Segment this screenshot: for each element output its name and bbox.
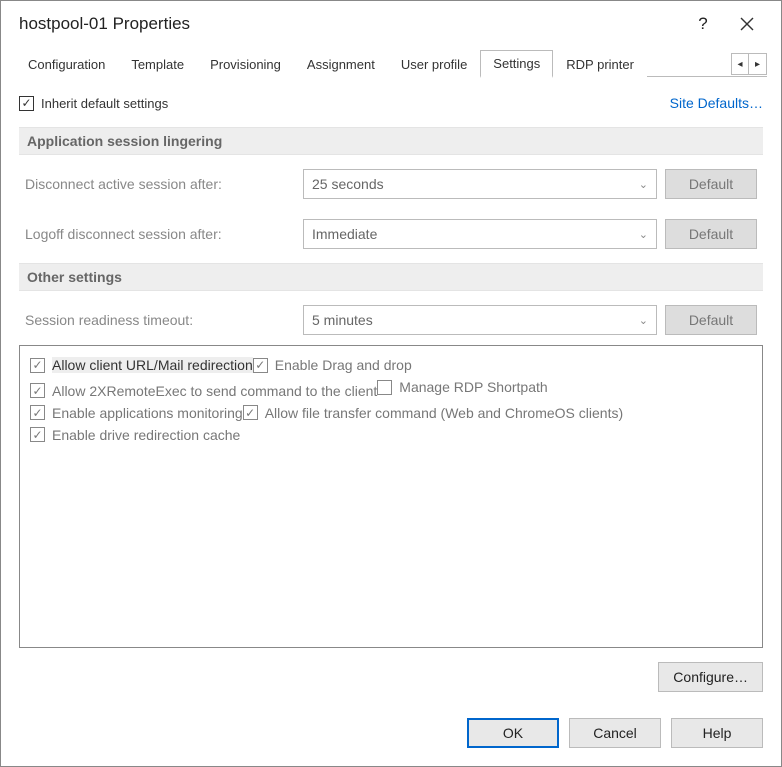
option-checkbox[interactable]: ✓ Enable drive redirection cache: [30, 427, 240, 443]
tabs: Configuration Template Provisioning Assi…: [1, 47, 781, 77]
option-label: Enable drive redirection cache: [52, 427, 240, 443]
dialog-footer: OK Cancel Help: [1, 710, 781, 766]
site-defaults-link[interactable]: Site Defaults…: [670, 95, 763, 111]
tab-provisioning[interactable]: Provisioning: [197, 51, 294, 77]
logoff-disconnect-select[interactable]: Immediate ⌄: [303, 219, 657, 249]
properties-dialog: hostpool-01 Properties ? Configuration T…: [0, 0, 782, 767]
checkbox-icon: [377, 380, 392, 395]
options-listbox: ✓Allow client URL/Mail redirection✓Enabl…: [19, 345, 763, 648]
readiness-timeout-value: 5 minutes: [312, 312, 373, 328]
inherit-checkbox[interactable]: ✓ Inherit default settings: [19, 96, 168, 111]
chevron-down-icon: ⌄: [639, 178, 648, 191]
inherit-label: Inherit default settings: [41, 96, 168, 111]
row-readiness-timeout: Session readiness timeout: 5 minutes ⌄ D…: [19, 295, 763, 345]
cancel-button[interactable]: Cancel: [569, 718, 661, 748]
checkbox-icon: ✓: [19, 96, 34, 111]
tab-scroll-right-icon[interactable]: ▸: [749, 53, 767, 75]
option-label: Allow file transfer command (Web and Chr…: [265, 405, 623, 421]
ok-button[interactable]: OK: [467, 718, 559, 748]
section-header-other: Other settings: [19, 263, 763, 291]
option-label: Enable applications monitoring: [52, 405, 243, 421]
tab-user-profile[interactable]: User profile: [388, 51, 480, 77]
checkbox-icon: ✓: [30, 383, 45, 398]
row-disconnect-active: Disconnect active session after: 25 seco…: [19, 159, 763, 209]
checkbox-icon: ✓: [30, 427, 45, 442]
logoff-disconnect-label: Logoff disconnect session after:: [25, 226, 295, 242]
option-checkbox[interactable]: ✓ Allow file transfer command (Web and Ch…: [243, 405, 623, 421]
tab-assignment[interactable]: Assignment: [294, 51, 388, 77]
option-label: Enable Drag and drop: [275, 357, 412, 373]
disconnect-active-select[interactable]: 25 seconds ⌄: [303, 169, 657, 199]
section-header-lingering: Application session lingering: [19, 127, 763, 155]
checkbox-icon: ✓: [243, 405, 258, 420]
titlebar: hostpool-01 Properties ?: [1, 1, 781, 47]
window-title: hostpool-01 Properties: [19, 14, 681, 34]
row-logoff-disconnect: Logoff disconnect session after: Immedia…: [19, 209, 763, 259]
readiness-timeout-select[interactable]: 5 minutes ⌄: [303, 305, 657, 335]
chevron-down-icon: ⌄: [639, 228, 648, 241]
option-checkbox[interactable]: ✓ Allow client URL/Mail redirection: [30, 357, 253, 373]
disconnect-active-value: 25 seconds: [312, 176, 384, 192]
checkbox-icon: ✓: [30, 358, 45, 373]
disconnect-active-label: Disconnect active session after:: [25, 176, 295, 192]
help-button[interactable]: Help: [671, 718, 763, 748]
option-checkbox[interactable]: ✓ Enable applications monitoring: [30, 405, 243, 421]
option-label: Allow client URL/Mail redirection: [52, 357, 253, 373]
logoff-disconnect-value: Immediate: [312, 226, 377, 242]
chevron-down-icon: ⌄: [639, 314, 648, 327]
help-icon[interactable]: ?: [681, 3, 725, 45]
option-label: Manage RDP Shortpath: [399, 379, 547, 395]
option-checkbox[interactable]: ✓ Allow 2XRemoteExec to send command to t…: [30, 383, 377, 399]
tab-settings[interactable]: Settings: [480, 50, 553, 78]
configure-button[interactable]: Configure…: [658, 662, 763, 692]
checkbox-icon: ✓: [253, 358, 268, 373]
checkbox-icon: ✓: [30, 405, 45, 420]
disconnect-active-default-button[interactable]: Default: [665, 169, 757, 199]
close-icon[interactable]: [725, 3, 769, 45]
tab-scroll-left-icon[interactable]: ◂: [731, 53, 749, 75]
tab-template[interactable]: Template: [118, 51, 197, 77]
logoff-disconnect-default-button[interactable]: Default: [665, 219, 757, 249]
tab-panel-settings: ✓ Inherit default settings Site Defaults…: [1, 77, 781, 710]
option-checkbox[interactable]: ✓ Enable Drag and drop: [253, 357, 412, 373]
tab-rdp-printer[interactable]: RDP printer: [553, 51, 647, 77]
tab-scroll: ◂ ▸: [731, 53, 767, 75]
readiness-timeout-label: Session readiness timeout:: [25, 312, 295, 328]
option-checkbox[interactable]: Manage RDP Shortpath: [377, 379, 547, 395]
tab-configuration[interactable]: Configuration: [15, 51, 118, 77]
readiness-timeout-default-button[interactable]: Default: [665, 305, 757, 335]
option-label: Allow 2XRemoteExec to send command to th…: [52, 383, 377, 399]
